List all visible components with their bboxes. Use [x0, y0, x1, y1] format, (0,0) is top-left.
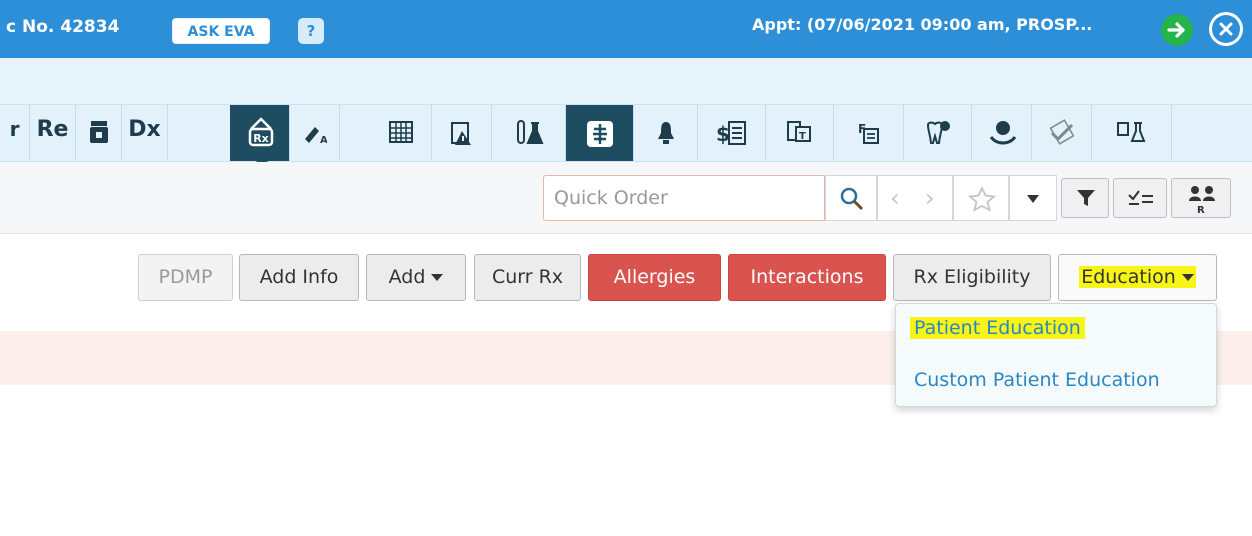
- rx-icon: Rx: [248, 117, 274, 147]
- star-icon: [968, 186, 996, 212]
- toolbar-item-imaging[interactable]: [566, 105, 634, 161]
- interactions-button[interactable]: Interactions: [728, 254, 886, 301]
- stethoscope-icon: [989, 121, 1017, 145]
- allergies-button[interactable]: Allergies: [588, 254, 721, 301]
- add-info-button[interactable]: Add Info: [239, 254, 359, 301]
- add-button[interactable]: Add: [366, 254, 466, 301]
- curr-rx-button[interactable]: Curr Rx: [474, 254, 581, 301]
- chevron-down-icon: [1181, 274, 1194, 281]
- quick-order-input[interactable]: [543, 175, 825, 221]
- lab-icon: [517, 120, 544, 144]
- menu-item-custom-patient-education[interactable]: Custom Patient Education: [914, 369, 1160, 391]
- pdmp-button[interactable]: PDMP: [138, 254, 233, 301]
- ask-eva-button[interactable]: ASK EVA: [172, 18, 270, 44]
- favorite-button[interactable]: [953, 175, 1009, 221]
- checklist-icon: [1049, 119, 1075, 145]
- toolbar-item-alerts[interactable]: [432, 105, 492, 161]
- clinical-toolbar: r Re Dx Rx A $ T F: [0, 104, 1252, 162]
- help-button[interactable]: ?: [298, 18, 324, 44]
- toolbar-item-forms[interactable]: F: [834, 105, 904, 161]
- allergy-icon: A: [305, 127, 327, 145]
- svg-text:A: A: [320, 135, 327, 145]
- svg-text:T: T: [799, 131, 806, 142]
- education-menu: Patient Education Custom Patient Educati…: [895, 303, 1217, 407]
- toolbar-item-flowsheet-grid[interactable]: [370, 105, 432, 161]
- favorites-dropdown-button[interactable]: [1009, 175, 1057, 221]
- check-list-icon: [1128, 190, 1153, 205]
- pill-bottle-icon: [90, 121, 108, 143]
- quick-order-nav: [877, 175, 953, 221]
- education-dropdown-button[interactable]: Education: [1058, 254, 1217, 301]
- patient-rx-button[interactable]: R: [1171, 178, 1231, 218]
- next-icon[interactable]: ›: [925, 184, 935, 212]
- toolbar-item-alarms[interactable]: [634, 105, 698, 161]
- bell-icon: [658, 122, 674, 144]
- toolbar-item-medications[interactable]: [76, 105, 122, 161]
- re-icon: Re: [36, 117, 69, 142]
- toolbar-item-dx[interactable]: Dx: [122, 105, 168, 161]
- toolbar-item-tasks[interactable]: [1032, 105, 1092, 161]
- arrow-right-icon: [1167, 22, 1185, 38]
- flowsheet-icon: F: [858, 122, 879, 144]
- close-button[interactable]: [1209, 12, 1243, 46]
- appointment-info: Appt: (07/06/2021 09:00 am, PROSP...: [752, 15, 1093, 34]
- toolbar-item-templates[interactable]: T: [766, 105, 834, 161]
- education-label: Education: [1079, 266, 1196, 288]
- lab-results-icon: [1117, 122, 1146, 142]
- add-button-label: Add: [388, 266, 426, 288]
- checklist-button[interactable]: [1113, 178, 1167, 218]
- quick-order-search-button[interactable]: [825, 175, 877, 221]
- close-icon: [1219, 22, 1233, 36]
- education-label-text: Education: [1081, 266, 1176, 288]
- toolbar-item-allergy[interactable]: A: [290, 105, 340, 161]
- search-icon: [840, 187, 864, 211]
- app-window: c No. 42834 ASK EVA ? Appt: (07/06/2021 …: [0, 0, 1252, 536]
- previous-icon[interactable]: ‹: [890, 184, 900, 212]
- toolbar-item-exam[interactable]: [972, 105, 1032, 161]
- filter-icon: [1077, 190, 1095, 206]
- translate-icon: T: [787, 121, 811, 142]
- imaging-icon: [587, 121, 613, 147]
- people-rx-icon: R: [1189, 186, 1215, 215]
- go-forward-button[interactable]: [1161, 14, 1193, 46]
- svg-text:$: $: [716, 122, 730, 146]
- toolbar-item-lab-results[interactable]: [1092, 105, 1172, 161]
- chevron-down-icon: [431, 274, 444, 281]
- chevron-down-icon: [1027, 195, 1039, 203]
- sub-header-bar: [0, 58, 1252, 104]
- chart-number: c No. 42834: [6, 17, 120, 37]
- toolbar-item-re[interactable]: Re: [30, 105, 76, 161]
- svg-text:R: R: [1197, 205, 1205, 215]
- toolbar-item-labs[interactable]: [492, 105, 566, 161]
- toolbar-item-partial[interactable]: r: [0, 105, 30, 161]
- toolbar-item-dental[interactable]: [904, 105, 972, 161]
- menu-item-patient-education[interactable]: Patient Education: [910, 317, 1085, 339]
- billing-icon: $: [716, 121, 746, 146]
- grid-icon: [389, 121, 413, 143]
- dx-icon: Dx: [128, 117, 161, 142]
- toolbar-item-rx[interactable]: Rx: [230, 105, 290, 161]
- rx-eligibility-button[interactable]: Rx Eligibility: [893, 254, 1051, 301]
- dental-icon: [926, 121, 950, 144]
- top-header: c No. 42834 ASK EVA ? Appt: (07/06/2021 …: [0, 0, 1252, 58]
- clipboard-alert-icon: [451, 122, 471, 145]
- svg-text:Rx: Rx: [253, 132, 269, 145]
- toolbar-item-billing[interactable]: $: [698, 105, 766, 161]
- filter-button[interactable]: [1061, 178, 1109, 218]
